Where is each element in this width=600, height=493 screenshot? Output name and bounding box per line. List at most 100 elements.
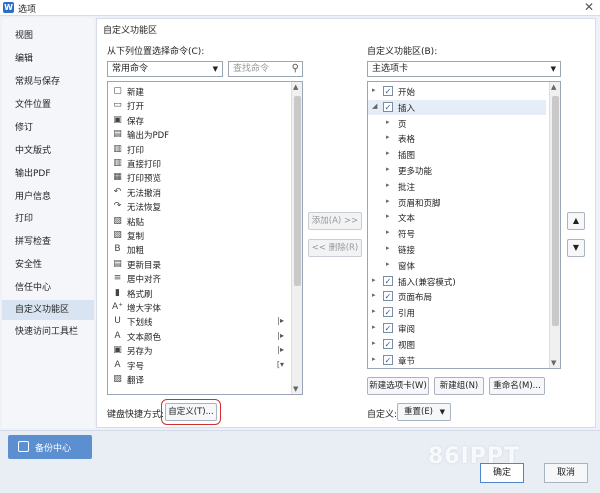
add-button[interactable]: 添加(A) >> [308, 212, 362, 230]
command-item[interactable]: B 加粗 [108, 242, 288, 257]
expand-arrow-icon[interactable]: ▸ [372, 86, 376, 94]
command-item[interactable]: A 字号 [▾ [108, 358, 288, 373]
ribbon-tree-item[interactable]: ▸ 批注 [368, 179, 546, 194]
checkbox[interactable]: ✓ [383, 323, 393, 333]
expand-arrow-icon[interactable]: ◢ [372, 102, 377, 110]
command-item[interactable]: ▭ 打开 [108, 98, 288, 113]
scroll-up-icon[interactable]: ▲ [551, 83, 556, 91]
ribbon-tree-item[interactable]: ▸ 插图 [368, 147, 546, 162]
command-item[interactable]: ▣ 保存 [108, 113, 288, 128]
ribbon-tree-scrollbar[interactable]: ▲ ▼ [549, 82, 560, 368]
checkbox[interactable]: ✓ [383, 101, 393, 112]
expand-arrow-icon[interactable]: ▸ [372, 323, 376, 331]
ribbon-tree-item[interactable]: ◢ ✓ 插入 [368, 99, 546, 115]
command-source-select[interactable]: 常用命令 ▼ [107, 61, 223, 77]
sidebar-item-spell-check[interactable]: 拼写检查 [2, 232, 94, 252]
new-group-button[interactable]: 新建组(N) [434, 377, 484, 395]
checkbox[interactable]: ✓ [383, 86, 393, 96]
command-item[interactable]: ≡ 居中对齐 [108, 271, 288, 286]
reset-button[interactable]: 重置(E) ▼ [397, 403, 451, 421]
expand-arrow-icon[interactable]: ▸ [386, 149, 390, 157]
expand-arrow-icon[interactable]: ▸ [372, 355, 376, 363]
ribbon-tree-item[interactable]: ▸ ✓ 页面布局 [368, 289, 546, 304]
move-down-button[interactable]: ▼ [567, 239, 585, 257]
cancel-button[interactable]: 取消 [544, 463, 588, 483]
command-list[interactable]: ▢ 新建 ▭ 打开 ▣ 保存 ▤ 输出为PDF ▥ 打印 ▥ 直接打印 ▦ 打印预览 ↶ 无法撤消 ↷ 无法恢复 ▨… [107, 81, 303, 395]
command-item[interactable]: ▧ 复制 [108, 228, 288, 243]
expand-arrow-icon[interactable]: ▸ [386, 244, 390, 252]
sidebar-item-view[interactable]: 视图 [2, 26, 94, 46]
ribbon-tree-item[interactable]: ▸ ✓ 审阅 [368, 321, 546, 336]
move-up-button[interactable]: ▲ [567, 212, 585, 230]
ribbon-tree-item[interactable]: ▸ ✓ 开始 [368, 84, 546, 99]
checkbox[interactable]: ✓ [383, 275, 393, 286]
command-item[interactable]: A⁺ 增大字体 [108, 300, 288, 315]
expand-arrow-icon[interactable]: ▸ [372, 307, 376, 315]
scroll-down-icon[interactable]: ▼ [551, 359, 556, 367]
ribbon-tree-item[interactable]: ▸ 表格 [368, 131, 546, 146]
scroll-thumb[interactable] [552, 96, 559, 326]
ribbon-tree[interactable]: ▸ ✓ 开始 ◢ ✓ 插入 ▸ 页 ▸ 表格 ▸ 插图 ▸ 更多功能 ▸ 批注 ▸ 页眉和页脚 ▸ 文本 ▸ 符号 ▸ 链接 ▸… [367, 81, 561, 369]
ok-button[interactable]: 确定 [480, 463, 524, 483]
expand-arrow-icon[interactable]: ▸ [386, 212, 390, 220]
command-item[interactable]: ▮ 格式刷 [108, 286, 288, 301]
expand-arrow-icon[interactable]: ▸ [386, 165, 390, 173]
expand-arrow-icon[interactable]: ▸ [372, 276, 376, 284]
command-list-scrollbar[interactable]: ▲ ▼ [291, 82, 302, 394]
ribbon-tree-item[interactable]: ▸ 文本 [368, 210, 546, 225]
sidebar-item-export-pdf[interactable]: 输出PDF [2, 164, 94, 184]
sidebar-item-user-info[interactable]: 用户信息 [2, 187, 94, 207]
ribbon-tree-item[interactable]: ▸ 更多功能 [368, 163, 546, 178]
command-item[interactable]: ▨ 翻译 [108, 372, 288, 387]
expand-arrow-icon[interactable]: ▸ [386, 133, 390, 141]
command-item[interactable]: ▤ 输出为PDF [108, 127, 288, 142]
scroll-down-icon[interactable]: ▼ [293, 385, 298, 393]
command-item[interactable]: ▤ 更新目录 [108, 257, 288, 272]
new-tab-button[interactable]: 新建选项卡(W) [367, 377, 429, 395]
command-search-input[interactable]: 查找命令 ⚲ [228, 61, 303, 77]
command-item[interactable]: ▣ 另存为 |▸ [108, 343, 288, 358]
expand-arrow-icon[interactable]: ▸ [386, 118, 390, 126]
sidebar-item-quick-access[interactable]: 快速访问工具栏 [2, 322, 94, 342]
ribbon-tabs-select[interactable]: 主选项卡 ▼ [367, 61, 561, 77]
sidebar-item-chinese-layout[interactable]: 中文版式 [2, 141, 94, 161]
command-item[interactable]: U 下划线 |▸ [108, 314, 288, 329]
ribbon-tree-item[interactable]: ▸ 符号 [368, 226, 546, 241]
ribbon-tree-item[interactable]: ▸ 页眉和页脚 [368, 195, 546, 210]
command-item[interactable]: ↷ 无法恢复 [108, 199, 288, 214]
ribbon-tree-item[interactable]: ▸ 链接 [368, 242, 546, 257]
ribbon-tree-item[interactable]: ▸ 窗体 [368, 258, 546, 273]
ribbon-tree-item[interactable]: ▸ 页 [368, 116, 546, 131]
expand-arrow-icon[interactable]: ▸ [386, 228, 390, 236]
customize-shortcut-button[interactable]: 自定义(T)... [161, 399, 221, 425]
rename-button[interactable]: 重命名(M)... [489, 377, 545, 395]
close-icon[interactable]: ✕ [584, 0, 594, 14]
ribbon-tree-item[interactable]: ▸ ✓ 章节 [368, 353, 546, 368]
expand-arrow-icon[interactable]: ▸ [372, 339, 376, 347]
scroll-up-icon[interactable]: ▲ [293, 83, 298, 91]
expand-arrow-icon[interactable]: ▸ [372, 291, 376, 299]
checkbox[interactable]: ✓ [383, 291, 393, 302]
checkbox[interactable]: ✓ [383, 338, 393, 349]
ribbon-tree-item[interactable]: ▸ ✓ 引用 [368, 305, 546, 320]
ribbon-tree-item[interactable]: ▸ ✓ 视图 [368, 337, 546, 352]
checkbox[interactable]: ✓ [383, 307, 393, 318]
command-item[interactable]: ↶ 无法撤消 [108, 185, 288, 200]
command-item[interactable]: ▥ 直接打印 [108, 156, 288, 171]
command-item[interactable]: A 文本颜色 |▸ [108, 329, 288, 344]
expand-arrow-icon[interactable]: ▸ [386, 260, 390, 268]
sidebar-item-general-save[interactable]: 常规与保存 [2, 72, 94, 92]
expand-arrow-icon[interactable]: ▸ [386, 181, 390, 189]
ribbon-tree-item[interactable]: ▸ ✓ 插入(兼容模式) [368, 274, 546, 289]
expand-arrow-icon[interactable]: ▸ [386, 197, 390, 205]
scroll-thumb[interactable] [294, 96, 301, 286]
command-item[interactable]: ▨ 粘贴 [108, 214, 288, 229]
sidebar-item-file-locations[interactable]: 文件位置 [2, 95, 94, 115]
sidebar-item-print[interactable]: 打印 [2, 209, 94, 229]
command-item[interactable]: ▢ 新建 [108, 84, 288, 99]
sidebar-item-revisions[interactable]: 修订 [2, 118, 94, 138]
command-item[interactable]: ▦ 打印预览 [108, 170, 288, 185]
sidebar-item-security[interactable]: 安全性 [2, 255, 94, 275]
remove-button[interactable]: << 删除(R) [308, 239, 362, 257]
sidebar-item-customize-ribbon[interactable]: 自定义功能区 [2, 300, 94, 320]
